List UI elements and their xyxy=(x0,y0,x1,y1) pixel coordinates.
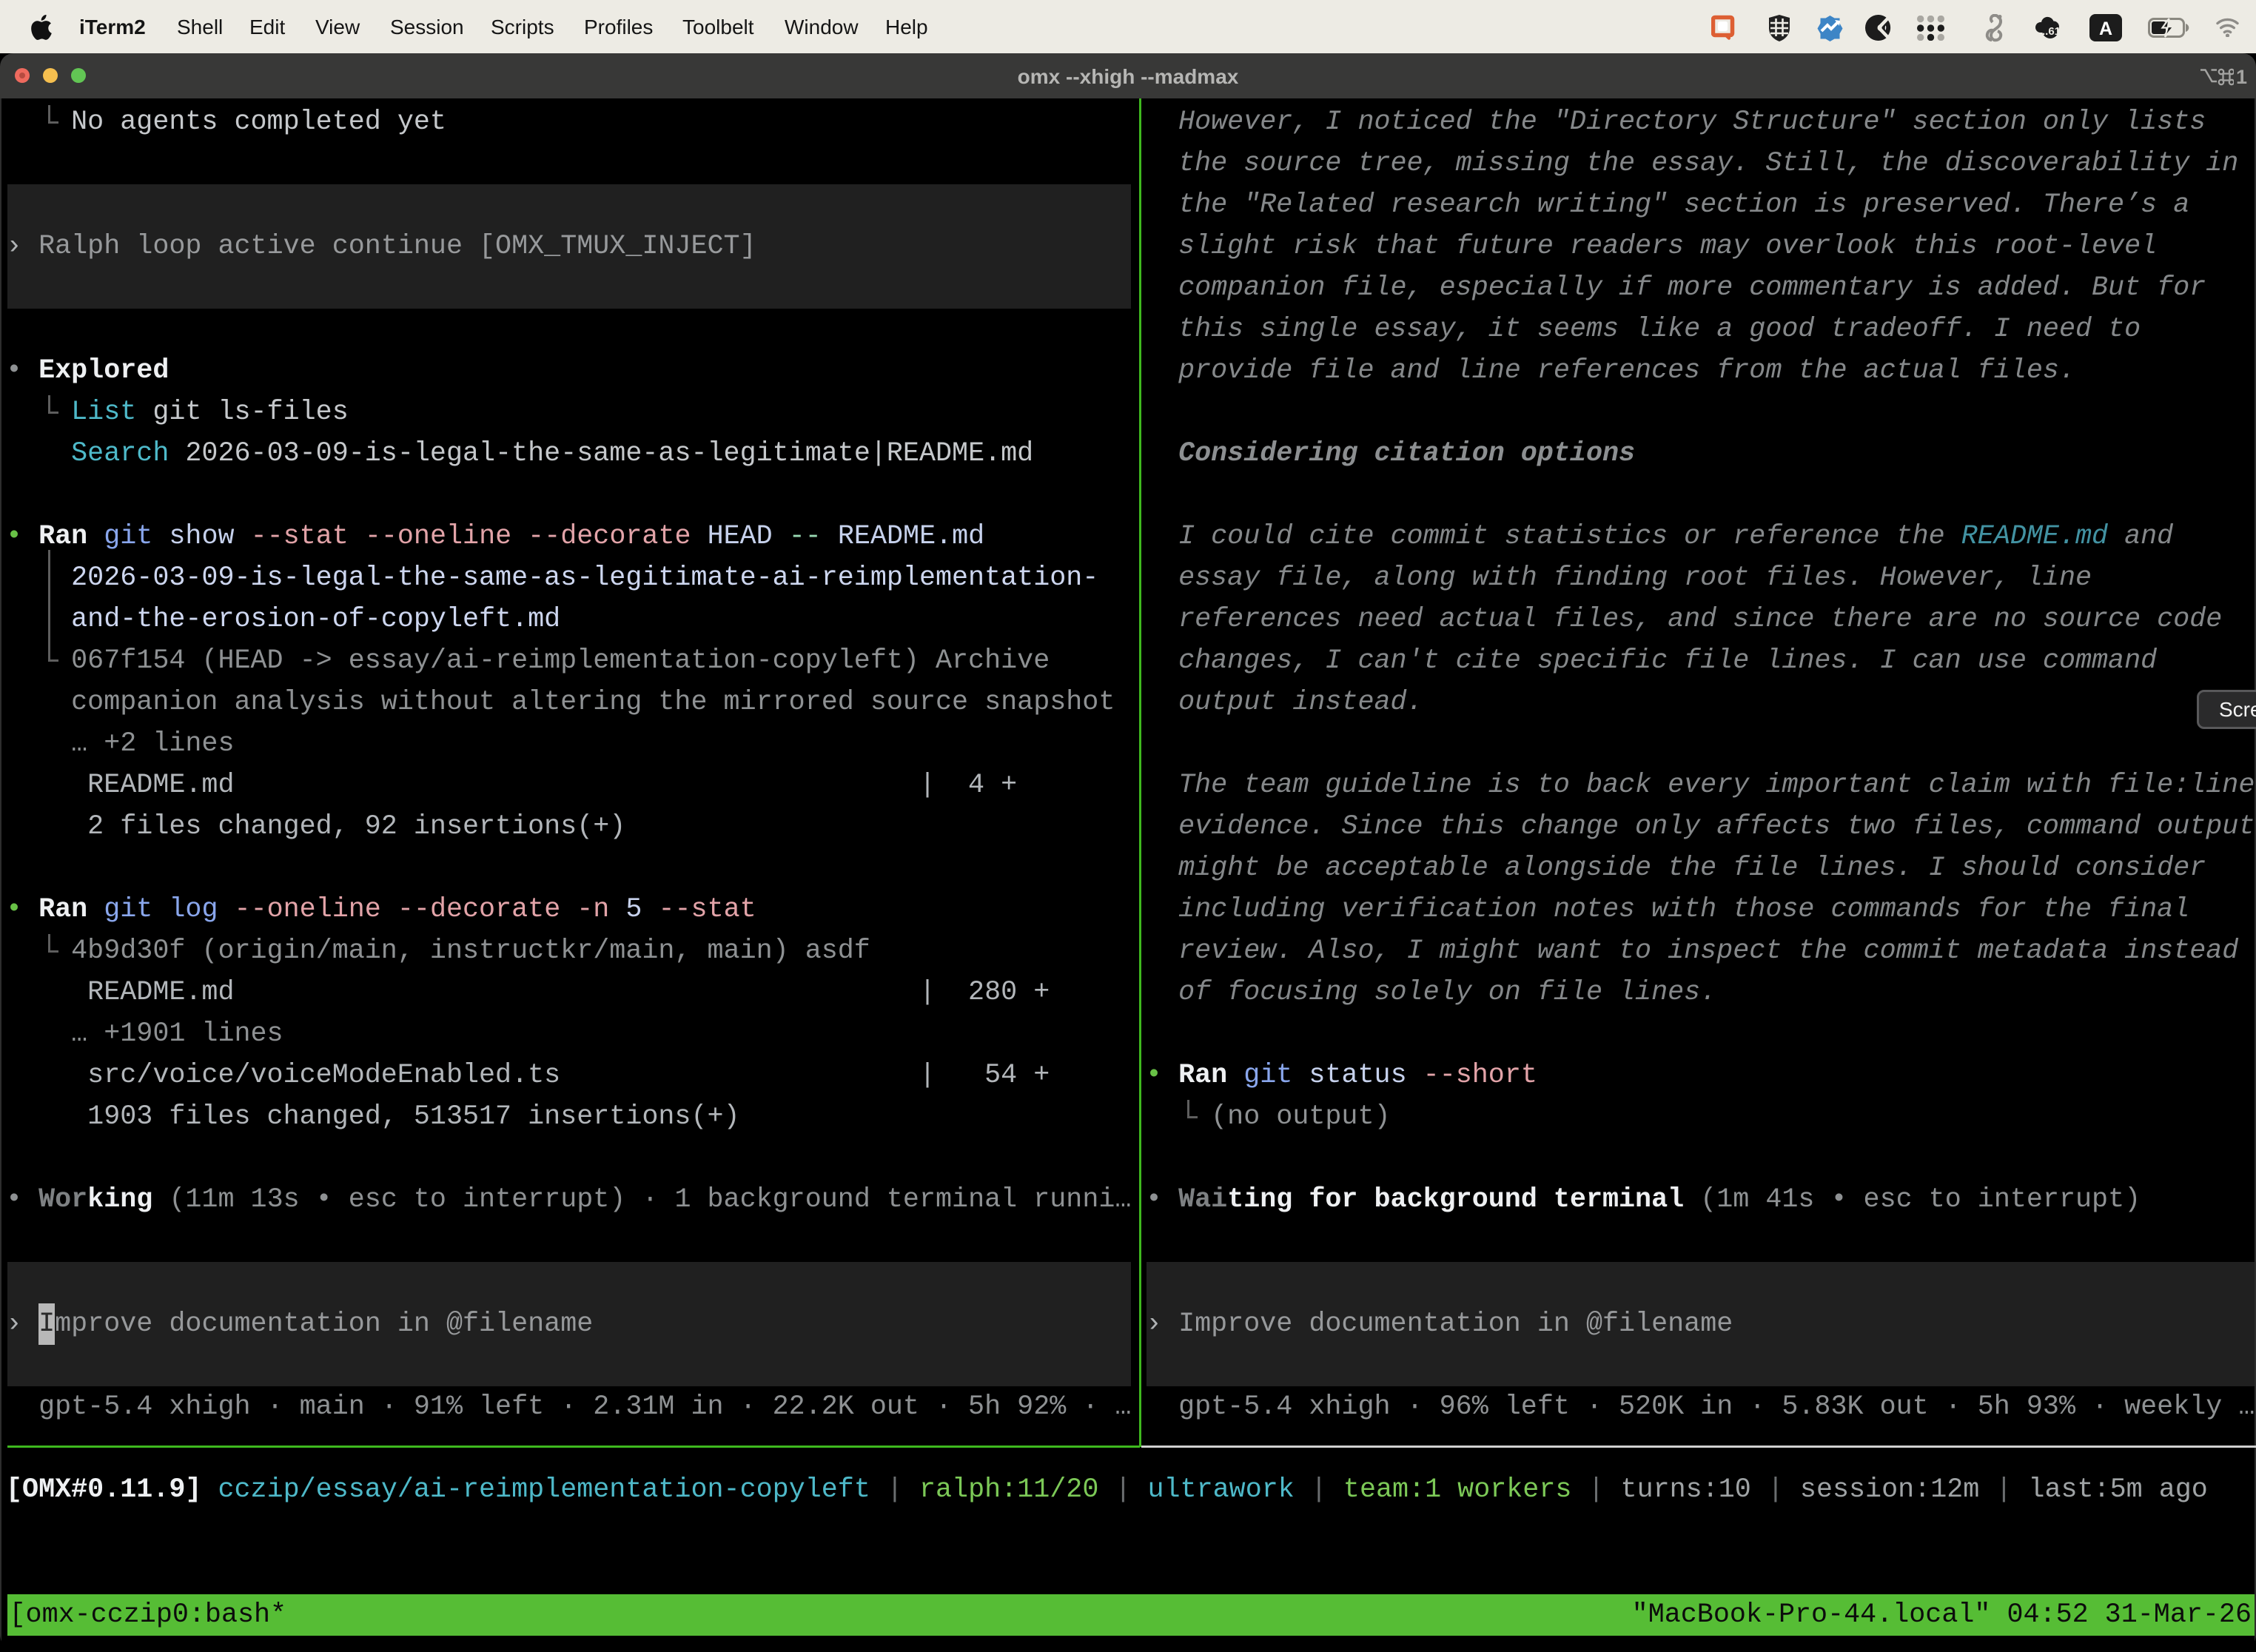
svg-text:..61: ..61 xyxy=(2042,25,2059,38)
svg-text:A: A xyxy=(2099,19,2112,39)
